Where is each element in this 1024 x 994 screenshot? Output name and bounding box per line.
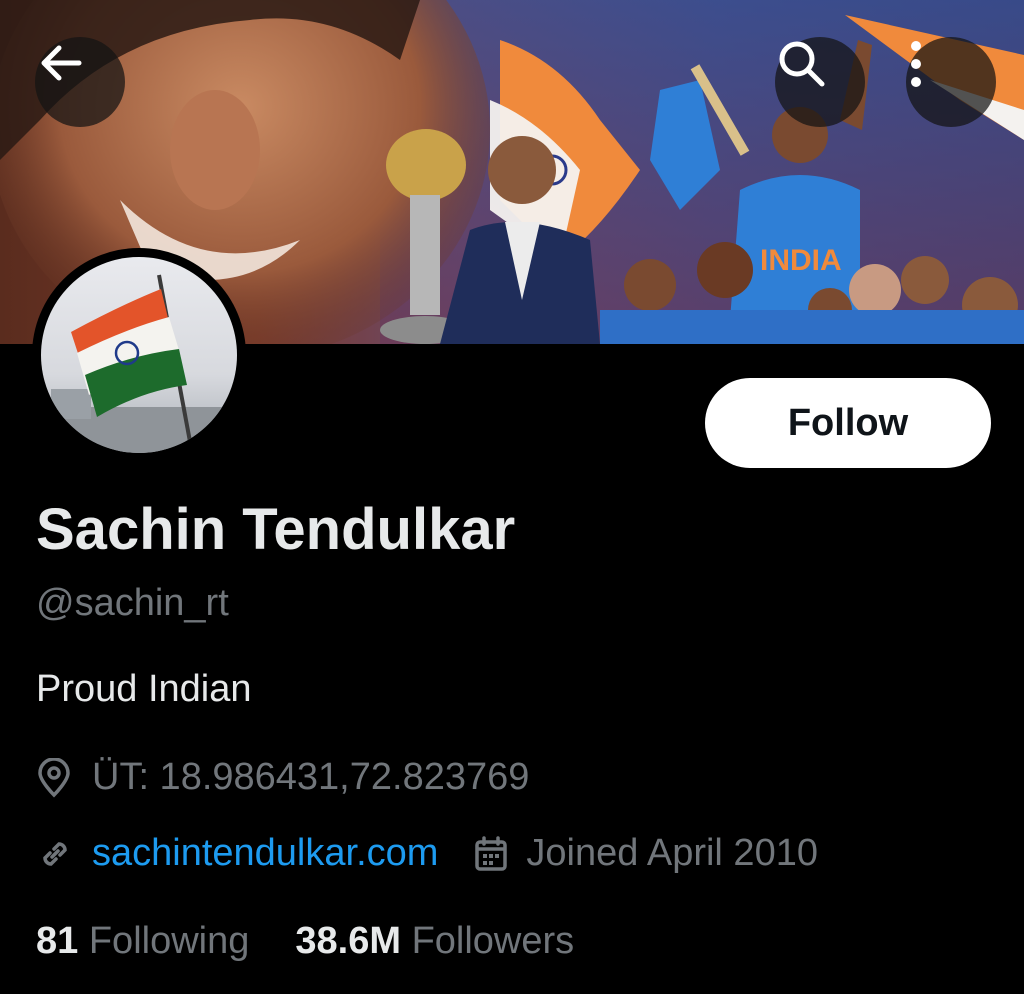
calendar-icon <box>474 835 508 872</box>
profile-location: ÜT: 18.986431,72.823769 <box>36 756 529 799</box>
followers-label: Followers <box>411 920 575 962</box>
profile-meta-row: sachintendulkar.com Joined April 2010 <box>36 832 818 875</box>
avatar-image <box>41 257 237 453</box>
back-button[interactable] <box>35 37 125 127</box>
profile-bio: Proud Indian <box>36 668 252 710</box>
location-text: ÜT: 18.986431,72.823769 <box>92 756 530 798</box>
svg-text:INDIA: INDIA <box>760 244 842 277</box>
profile-avatar[interactable] <box>32 248 246 462</box>
followers-count: 38.6M <box>295 920 401 962</box>
search-button[interactable] <box>775 37 865 127</box>
profile-stats: 81 Following 38.6M Followers <box>36 920 574 963</box>
following-label: Following <box>88 920 250 962</box>
profile-handle: @sachin_rt <box>36 582 229 624</box>
followers-stat[interactable]: 38.6M Followers <box>295 920 574 963</box>
follow-button[interactable]: Follow <box>705 378 991 468</box>
more-button[interactable] <box>906 37 996 127</box>
following-count: 81 <box>36 920 79 962</box>
location-pin-icon <box>36 757 72 798</box>
joined-date: Joined April 2010 <box>526 832 818 874</box>
website-link[interactable]: sachintendulkar.com <box>92 832 438 875</box>
link-icon <box>36 835 74 873</box>
following-stat[interactable]: 81 Following <box>36 920 249 963</box>
profile-name: Sachin Tendulkar <box>36 497 516 562</box>
